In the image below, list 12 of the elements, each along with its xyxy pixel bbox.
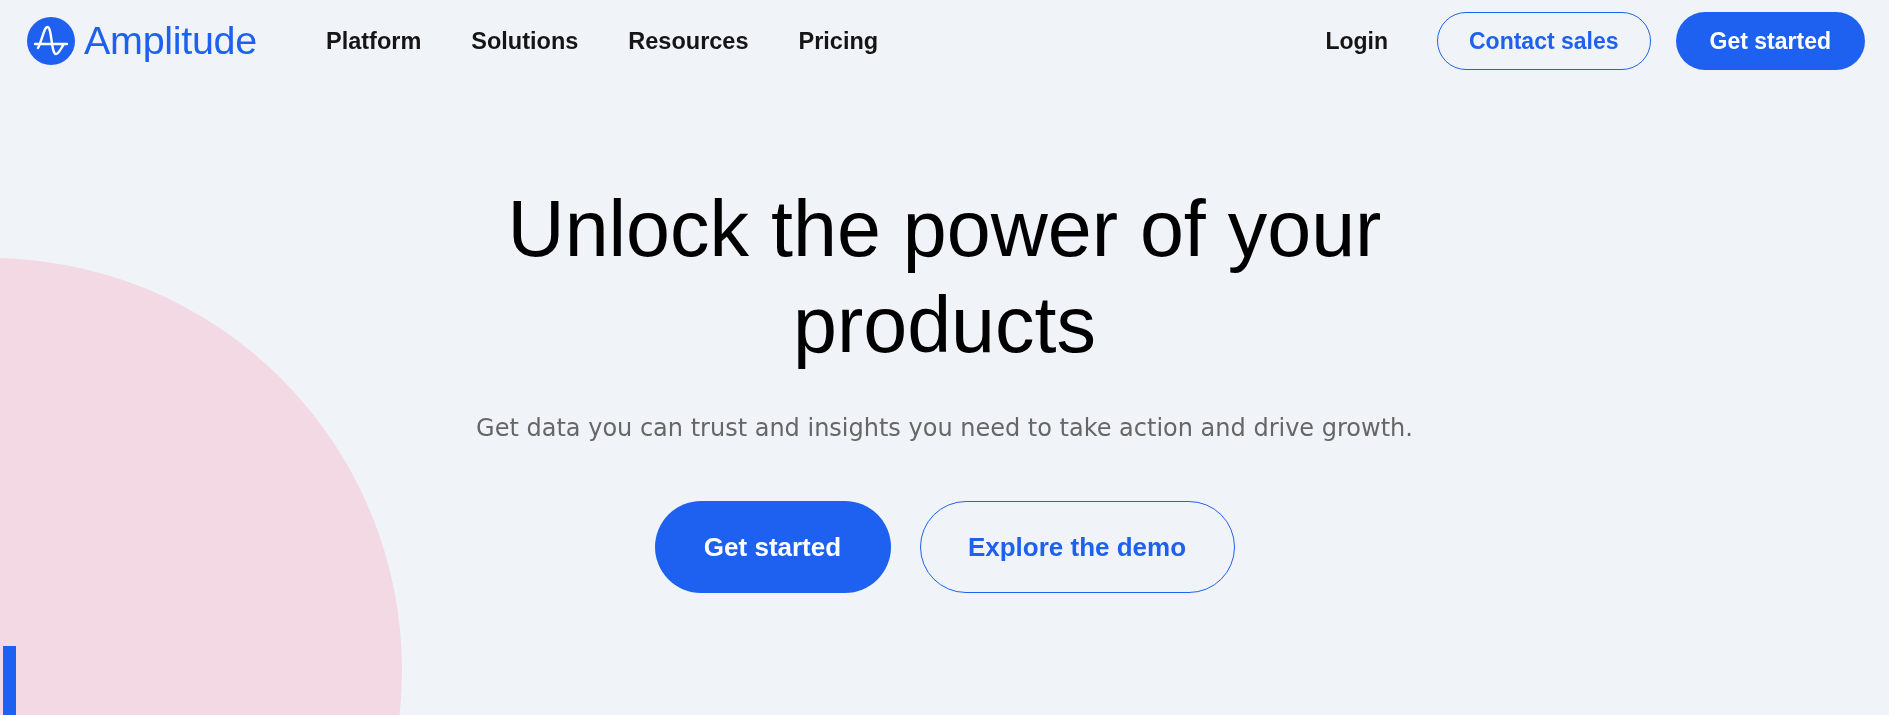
wave-logo-icon (27, 17, 75, 65)
nav-link[interactable]: Resources (628, 27, 749, 55)
login-link[interactable]: Login (1325, 27, 1388, 55)
hero-headline: Unlock the power of your products (506, 183, 1383, 371)
nav-link[interactable]: Pricing (798, 27, 879, 55)
logo-link[interactable]: Amplitude (27, 17, 257, 65)
nav-link[interactable]: Solutions (471, 27, 579, 55)
nav-link[interactable]: Platform (325, 27, 422, 55)
hero-subtitle: Get data you can trust and insights you need to take action and drive growth. (476, 413, 1413, 444)
get-started-button[interactable]: Get started (1675, 12, 1865, 70)
get-started-button[interactable]: Get started (654, 501, 891, 593)
accent-bar (3, 646, 16, 715)
